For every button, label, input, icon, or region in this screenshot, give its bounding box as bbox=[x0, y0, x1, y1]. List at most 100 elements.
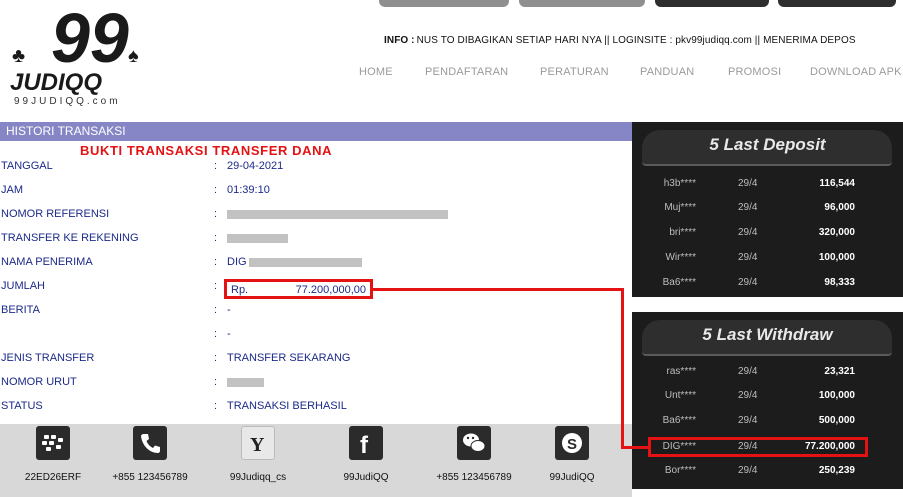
row-value: - bbox=[227, 304, 231, 316]
nav-promosi[interactable]: PROMOSI bbox=[728, 66, 781, 78]
row-tanggal: TANGGAL : 29-04-2021 bbox=[0, 160, 632, 176]
yahoo-icon: Y bbox=[241, 426, 275, 460]
row-label: TANGGAL bbox=[1, 160, 53, 172]
withdraw-date: 29/4 bbox=[738, 465, 758, 476]
row-label: JUMLAH bbox=[1, 280, 46, 292]
contact-phone[interactable]: +855 123456789 bbox=[100, 424, 200, 497]
contact-text: +855 123456789 bbox=[436, 472, 512, 483]
contact-wechat[interactable]: +855 123456789 bbox=[424, 424, 524, 497]
deposit-name: bri**** bbox=[669, 227, 696, 238]
row-nomor-urut: NOMOR URUT : bbox=[0, 376, 632, 392]
row-label: NOMOR URUT bbox=[1, 376, 77, 388]
row-separator: : bbox=[214, 184, 218, 196]
row-label: JAM bbox=[1, 184, 23, 196]
deposit-row: h3b**** 29/4 116,544 bbox=[632, 178, 903, 192]
main-nav: HOME PENDAFTARAN PERATURAN PANDUAN PROMO… bbox=[0, 66, 903, 80]
top-tab-4[interactable] bbox=[778, 0, 896, 7]
site-logo[interactable]: 99 ♣ ♠ JUDIQQ 99JUDIQQ.com bbox=[8, 0, 173, 112]
svg-text:Y: Y bbox=[250, 434, 265, 456]
row-nama-penerima: NAMA PENERIMA : DIG bbox=[0, 256, 632, 272]
contact-text: 99Judiqq_cs bbox=[229, 472, 287, 483]
deposit-row: Ba6**** 29/4 98,333 bbox=[632, 277, 903, 291]
withdraw-date: 29/4 bbox=[738, 415, 758, 426]
row-separator: : bbox=[214, 232, 218, 244]
row-label: NAMA PENERIMA bbox=[1, 256, 93, 268]
withdraw-amount: 500,000 bbox=[818, 415, 855, 426]
deposit-amount: 98,333 bbox=[824, 277, 855, 288]
contact-skype[interactable]: S 99JudiQQ bbox=[522, 424, 622, 497]
info-label: INFO : bbox=[384, 35, 415, 46]
row-separator: : bbox=[214, 352, 218, 364]
contact-footer: 22ED26ERF +855 123456789 Y 99Judiqq_cs f… bbox=[0, 424, 632, 497]
withdraw-amount: 250,239 bbox=[818, 465, 855, 476]
deposit-date: 29/4 bbox=[738, 227, 758, 238]
withdraw-date: 29/4 bbox=[738, 390, 758, 401]
blackberry-icon bbox=[36, 426, 70, 460]
row-label: TRANSFER KE REKENING bbox=[1, 232, 139, 244]
top-tab-3[interactable] bbox=[655, 0, 769, 7]
withdraw-row: Unt**** 29/4 100,000 bbox=[632, 390, 903, 404]
skype-icon: S bbox=[555, 426, 589, 460]
deposit-date: 29/4 bbox=[738, 277, 758, 288]
phone-icon bbox=[133, 426, 167, 460]
withdraw-name: ras**** bbox=[666, 366, 696, 377]
nav-download-apk[interactable]: DOWNLOAD APK bbox=[810, 66, 902, 78]
last-deposit-panel: 5 Last Deposit h3b**** 29/4 116,544 Muj*… bbox=[632, 122, 903, 297]
contact-yahoo[interactable]: Y 99Judiqq_cs bbox=[208, 424, 308, 497]
history-header: HISTORI TRANSAKSI bbox=[0, 122, 632, 141]
row-separator: : bbox=[214, 304, 218, 316]
row-value: 29-04-2021 bbox=[227, 160, 284, 172]
row-berita: BERITA : - bbox=[0, 304, 632, 320]
connector-line bbox=[621, 446, 649, 449]
withdraw-name: Unt**** bbox=[664, 390, 696, 401]
deposit-name: h3b**** bbox=[663, 178, 696, 189]
withdraw-amount: 23,321 bbox=[824, 366, 855, 377]
row-status: STATUS : TRANSAKSI BERHASIL bbox=[0, 400, 632, 416]
row-nomor-referensi: NOMOR REFERENSI : bbox=[0, 208, 632, 224]
receipt-title: BUKTI TRANSAKSI TRANSFER DANA bbox=[80, 143, 333, 158]
facebook-icon: f bbox=[349, 426, 383, 460]
row-value: TRANSFER SEKARANG bbox=[227, 352, 351, 364]
wechat-icon bbox=[457, 426, 491, 460]
row-value: - bbox=[227, 328, 231, 340]
info-text: NUS TO DIBAGIKAN SETIAP HARI NYA || LOGI… bbox=[416, 35, 856, 46]
deposit-title: 5 Last Deposit bbox=[709, 135, 826, 154]
withdraw-name: Ba6**** bbox=[662, 415, 696, 426]
row-value: 01:39:10 bbox=[227, 184, 270, 196]
row-berita-2: : - bbox=[0, 328, 632, 344]
top-tab-2[interactable] bbox=[519, 0, 645, 7]
row-separator: : bbox=[214, 328, 218, 340]
row-label: NOMOR REFERENSI bbox=[1, 208, 110, 220]
top-tab-1[interactable] bbox=[379, 0, 509, 7]
withdraw-name: Bor**** bbox=[664, 465, 696, 476]
withdraw-row: ras**** 29/4 23,321 bbox=[632, 366, 903, 380]
connector-line bbox=[373, 288, 624, 291]
amount-value: 77.200,000,00 bbox=[295, 284, 366, 296]
contact-blackberry[interactable]: 22ED26ERF bbox=[3, 424, 103, 497]
row-separator: : bbox=[214, 376, 218, 388]
nav-home[interactable]: HOME bbox=[359, 66, 393, 78]
contact-text: 22ED26ERF bbox=[24, 472, 82, 483]
withdraw-title: 5 Last Withdraw bbox=[702, 325, 833, 344]
nav-pendaftaran[interactable]: PENDAFTARAN bbox=[425, 66, 508, 78]
club-suit-icon: ♣ bbox=[12, 45, 25, 67]
last-withdraw-panel: 5 Last Withdraw ras**** 29/4 23,321 Unt*… bbox=[632, 312, 903, 489]
contact-facebook[interactable]: f 99JudiQQ bbox=[316, 424, 416, 497]
deposit-amount: 96,000 bbox=[824, 202, 855, 213]
redacted-value bbox=[227, 378, 264, 387]
nav-panduan[interactable]: PANDUAN bbox=[640, 66, 694, 78]
deposit-date: 29/4 bbox=[738, 202, 758, 213]
row-label: STATUS bbox=[1, 400, 43, 412]
logo-site-text: 99JUDIQQ.com bbox=[14, 96, 121, 107]
deposit-row: Wir**** 29/4 100,000 bbox=[632, 252, 903, 266]
row-value: DIG bbox=[227, 256, 247, 268]
row-jenis-transfer: JENIS TRANSFER : TRANSFER SEKARANG bbox=[0, 352, 632, 368]
row-label: JENIS TRANSFER bbox=[1, 352, 95, 364]
deposit-amount: 320,000 bbox=[818, 227, 855, 238]
nav-peraturan[interactable]: PERATURAN bbox=[540, 66, 609, 78]
svg-text:S: S bbox=[567, 436, 577, 453]
row-separator: : bbox=[214, 160, 218, 172]
svg-text:f: f bbox=[360, 432, 369, 459]
deposit-row: bri**** 29/4 320,000 bbox=[632, 227, 903, 241]
redacted-value bbox=[249, 258, 362, 267]
